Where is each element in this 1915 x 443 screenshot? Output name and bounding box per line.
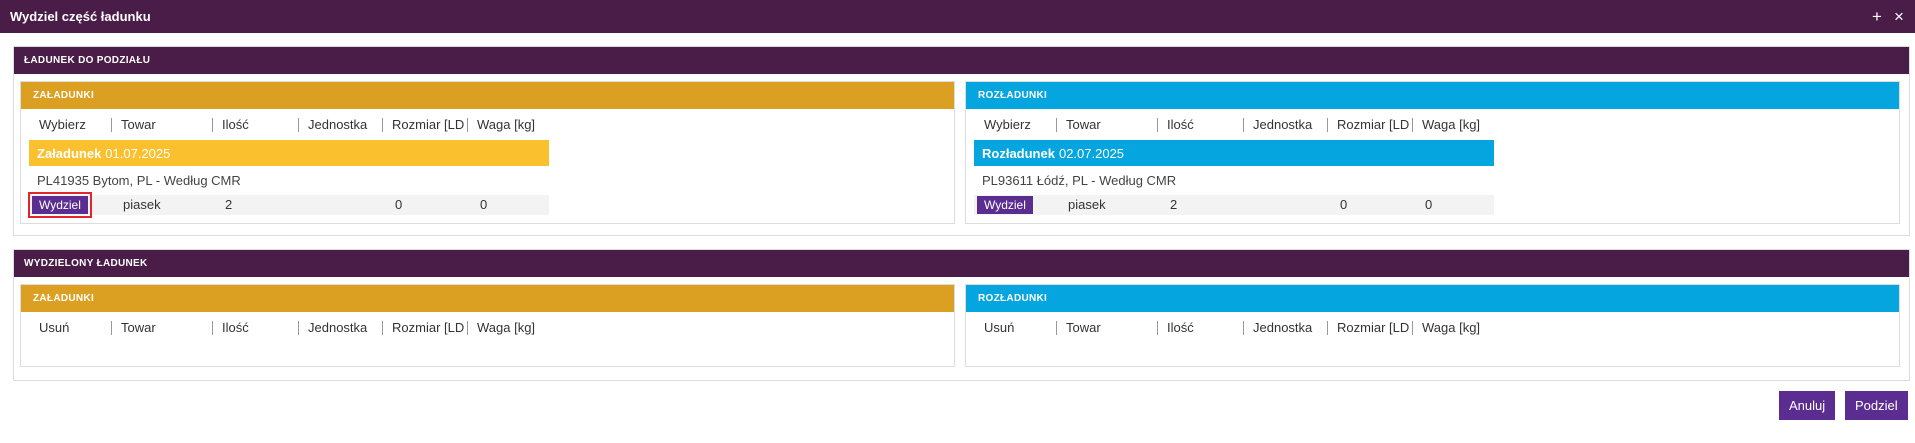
column-header: Ilość (212, 319, 298, 337)
cell-ilosc: 2 (225, 197, 233, 212)
cell-waga: 0 (1425, 197, 1433, 212)
split-cargo-header: WYDZIELONY ŁADUNEK (14, 250, 1909, 277)
group-label: Rozładunek (982, 145, 1055, 161)
loading-panel-header: ZAŁADUNKI (21, 82, 954, 109)
column-header: Ilość (1157, 116, 1243, 134)
column-header: Rozmiar [LD (382, 319, 467, 337)
column-header: Waga [kg] (1412, 116, 1507, 134)
loading-group-row: Załadunek 01.07.2025 (29, 140, 549, 166)
cell-ilosc: 2 (1170, 197, 1178, 212)
column-header: Rozmiar [LD (1327, 116, 1412, 134)
cell-rozmiar: 0 (395, 197, 403, 212)
unloading-group-row: Rozładunek 02.07.2025 (974, 140, 1494, 166)
column-header: Usuń (39, 320, 70, 335)
group-label: Załadunek (37, 145, 102, 161)
column-header: Towar (1056, 116, 1157, 134)
column-header: Ilość (212, 116, 298, 134)
to-split-loading-panel: ZAŁADUNKI Wybierz Towar Ilość Jednostka … (20, 81, 955, 224)
cargo-to-split-header: ŁADUNEK DO PODZIAŁU (14, 47, 1909, 74)
column-header: Wybierz (984, 117, 1031, 132)
table-row: Wydziel piasek 2 0 0 (974, 195, 1494, 215)
group-date: 02.07.2025 (1058, 145, 1125, 161)
unloading-panel-header: ROZŁADUNKI (966, 285, 1899, 312)
column-header: Jednostka (1243, 319, 1327, 337)
column-header: Waga [kg] (1412, 319, 1507, 337)
cancel-button[interactable]: Anuluj (1779, 391, 1836, 420)
close-icon[interactable]: × (1889, 8, 1909, 25)
add-icon[interactable]: + (1867, 8, 1887, 25)
unloading-columns-header: Usuń Towar Ilość Jednostka Rozmiar [LD W… (966, 319, 1526, 337)
column-header: Waga [kg] (467, 319, 562, 337)
column-header: Wybierz (39, 117, 86, 132)
column-header: Usuń (984, 320, 1015, 335)
column-header: Jednostka (1243, 116, 1327, 134)
group-date: 01.07.2025 (105, 145, 171, 161)
cell-towar: piasek (1068, 197, 1106, 212)
column-header: Jednostka (298, 319, 382, 337)
column-header: Rozmiar [LD (1327, 319, 1412, 337)
unloading-columns-header: Wybierz Towar Ilość Jednostka Rozmiar [L… (966, 116, 1526, 134)
titlebar-icons: + × (1867, 8, 1909, 25)
loading-address: PL41935 Bytom, PL - Według CMR (37, 173, 241, 188)
loading-columns-header: Usuń Towar Ilość Jednostka Rozmiar [LD W… (21, 319, 581, 337)
unloading-panel-header: ROZŁADUNKI (966, 82, 1899, 109)
split-loading-panel: ZAŁADUNKI Usuń Towar Ilość Jednostka Roz… (20, 284, 955, 367)
dialog-titlebar: Wydziel część ładunku + × (0, 0, 1915, 33)
split-out-button[interactable]: Wydziel (28, 192, 92, 218)
cell-waga: 0 (480, 197, 488, 212)
column-header: Towar (111, 116, 212, 134)
split-cargo-section: WYDZIELONY ŁADUNEK ZAŁADUNKI Usuń Towar … (13, 249, 1910, 381)
cell-rozmiar: 0 (1340, 197, 1348, 212)
column-header: Rozmiar [LD (382, 116, 467, 134)
dialog-title: Wydziel część ładunku (10, 9, 151, 24)
loading-panel-header: ZAŁADUNKI (21, 285, 954, 312)
column-header: Towar (1056, 319, 1157, 337)
loading-columns-header: Wybierz Towar Ilość Jednostka Rozmiar [L… (21, 116, 581, 134)
cell-towar: piasek (123, 197, 161, 212)
column-header: Ilość (1157, 319, 1243, 337)
column-header: Waga [kg] (467, 116, 562, 134)
column-header: Jednostka (298, 116, 382, 134)
split-button[interactable]: Podziel (1845, 391, 1908, 420)
to-split-unloading-panel: ROZŁADUNKI Wybierz Towar Ilość Jednostka… (965, 81, 1900, 224)
unloading-address: PL93611 Łódź, PL - Według CMR (982, 173, 1177, 188)
table-row: Wydziel piasek 2 0 0 (28, 192, 549, 218)
split-out-button[interactable]: Wydziel (977, 196, 1033, 214)
split-unloading-panel: ROZŁADUNKI Usuń Towar Ilość Jednostka Ro… (965, 284, 1900, 367)
cargo-to-split-section: ŁADUNEK DO PODZIAŁU ZAŁADUNKI Wybierz To… (13, 46, 1910, 236)
column-header: Towar (111, 319, 212, 337)
